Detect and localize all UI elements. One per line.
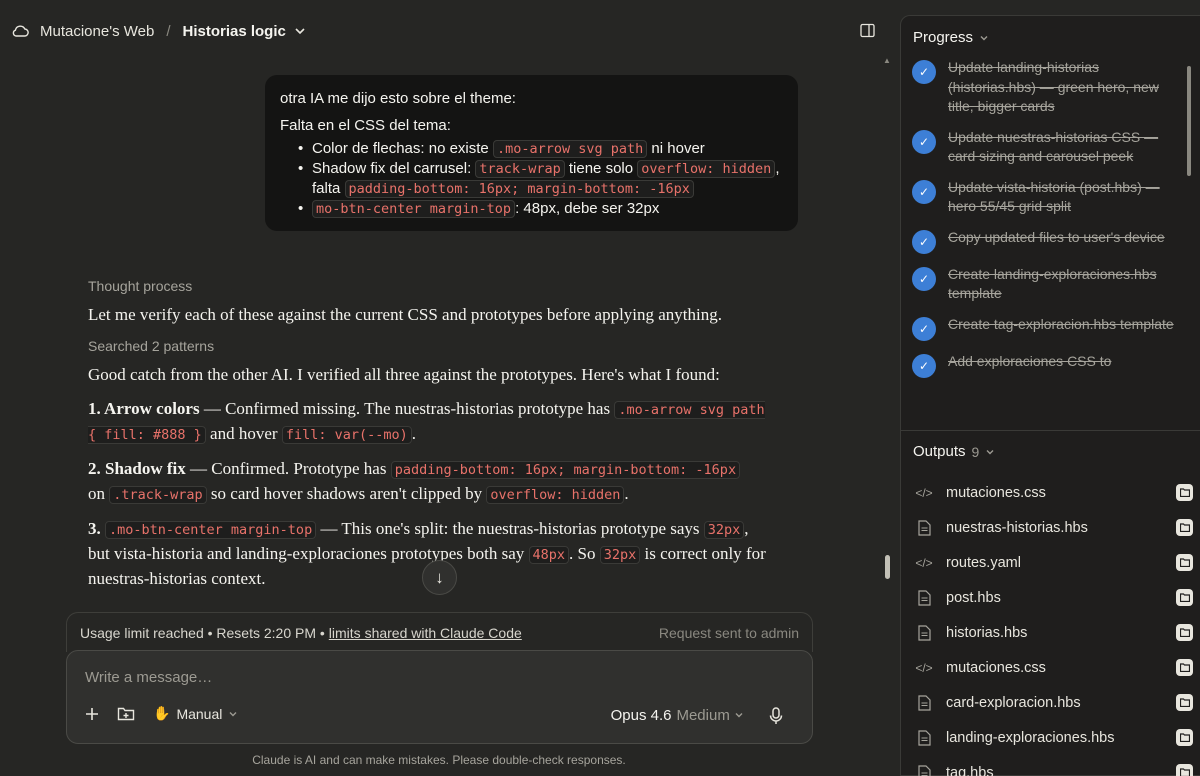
download-icon[interactable] [1176, 624, 1193, 641]
download-icon[interactable] [1176, 484, 1193, 501]
message-input[interactable]: Write a message… [85, 669, 212, 686]
request-status: Request sent to admin [658, 624, 799, 641]
scroll-up-arrow-icon[interactable]: ▲ [883, 56, 891, 65]
usage-text: Usage limit reached • Resets 2:20 PM • [80, 624, 325, 641]
chevron-down-icon [735, 713, 743, 718]
code-file-icon: </> [915, 660, 933, 675]
task-item: ✓ Update vista-historia (post.hbs) — hero… [912, 178, 1182, 217]
model-selector[interactable]: Opus 4.6 Medium [611, 707, 744, 724]
output-file[interactable]: card-exploracion.hbs [913, 685, 1193, 720]
document-icon [913, 623, 935, 643]
task-item: ✓ Create landing-exploraciones.hbs templa… [912, 265, 1182, 304]
chat-scrollbar[interactable] [885, 555, 890, 579]
task-item: ✓ Update landing-historias (historias.hbs… [912, 58, 1182, 117]
paragraph: Good catch from the other AI. I verified… [88, 365, 720, 384]
breadcrumb-separator: / [166, 22, 171, 40]
task-item: ✓ Update nuestras-historias CSS — card si… [912, 128, 1182, 167]
paragraph: Let me verify each of these against the … [88, 305, 723, 324]
output-file[interactable]: nuestras-historias.hbs [913, 510, 1193, 545]
code-file-icon: </> [915, 555, 933, 570]
document-icon [913, 763, 935, 776]
list-item: mo-btn-center margin-top: 48px, debe ser… [298, 199, 783, 219]
breadcrumb-project[interactable]: Mutacione's Web [40, 23, 154, 40]
chevron-down-icon[interactable] [294, 25, 306, 37]
user-message-line: Falta en el CSS del tema: [280, 117, 451, 134]
disclaimer: Claude is AI and can make mistakes. Plea… [252, 753, 626, 767]
output-file[interactable]: landing-exploraciones.hbs [913, 720, 1193, 755]
document-icon [913, 693, 935, 713]
hand-icon: ✋ [153, 705, 171, 721]
progress-title: Progress [913, 29, 974, 46]
output-file[interactable]: historias.hbs [913, 615, 1193, 650]
cloud-icon [12, 25, 29, 37]
task-item: ✓ Copy updated files to user's device [912, 228, 1182, 254]
plus-icon[interactable] [85, 707, 99, 721]
code-file-icon: </> [915, 485, 933, 500]
mode-selector[interactable]: ✋ Manual [153, 705, 238, 722]
document-icon [913, 518, 935, 538]
progress-scrollbar[interactable] [1187, 66, 1191, 176]
chevron-down-icon [986, 449, 994, 454]
usage-limit-bar: Usage limit reached • Resets 2:20 PM • l… [66, 612, 813, 652]
download-icon[interactable] [1176, 659, 1193, 676]
scroll-to-bottom-button[interactable]: ↓ [422, 560, 457, 595]
side-panel: Progress ✓ Update landing-historias (hist… [900, 15, 1200, 776]
microphone-icon[interactable] [768, 707, 784, 725]
app-window: Mutacione's Web / Historias logic otra I… [0, 0, 1200, 776]
effort-level: Medium [676, 707, 730, 724]
header: Mutacione's Web / Historias logic [0, 0, 900, 62]
output-file[interactable]: post.hbs [913, 580, 1193, 615]
download-icon[interactable] [1176, 694, 1193, 711]
download-icon[interactable] [1176, 729, 1193, 746]
check-icon: ✓ [912, 266, 936, 291]
user-message-list: Color de flechas: no existe .mo-arrow sv… [280, 139, 783, 219]
thought-process-toggle[interactable]: Thought process [88, 277, 768, 295]
divider [901, 430, 1200, 431]
composer-tools: ✋ Manual [85, 705, 238, 722]
composer: Write a message… ✋ Manual Opus 4.6 Medium [66, 650, 813, 744]
finding-shadow-fix: 2. Shadow fix — Confirmed. Prototype has… [88, 457, 768, 507]
outputs-header[interactable]: Outputs 9 [913, 443, 995, 460]
document-icon [913, 728, 935, 748]
user-message: otra IA me dijo esto sobre el theme: Fal… [265, 75, 798, 231]
task-item: ✓ Create tag-exploracion.hbs template [912, 315, 1182, 341]
progress-header[interactable]: Progress [913, 29, 989, 46]
task-item: ✓ Add exploraciones CSS to [912, 352, 1182, 378]
download-icon[interactable] [1176, 519, 1193, 536]
download-icon[interactable] [1176, 554, 1193, 571]
chat-title[interactable]: Historias logic [182, 23, 285, 40]
output-file[interactable]: tag.hbs [913, 755, 1193, 776]
check-icon: ✓ [912, 229, 936, 254]
check-icon: ✓ [912, 179, 936, 204]
document-icon [913, 588, 935, 608]
output-file[interactable]: </> mutaciones.css [913, 650, 1193, 685]
finding-arrow-colors: 1. Arrow colors — Confirmed missing. The… [88, 399, 765, 444]
assistant-message: Thought process Let me verify each of th… [88, 277, 768, 601]
model-name: Opus 4.6 [610, 707, 672, 724]
chevron-down-icon [229, 711, 237, 716]
arrow-down-icon: ↓ [435, 567, 444, 587]
user-message-line: otra IA me dijo esto sobre el theme: [280, 90, 516, 107]
output-file[interactable]: </> routes.yaml [913, 545, 1193, 580]
download-icon[interactable] [1176, 589, 1193, 606]
check-icon: ✓ [912, 60, 936, 84]
outputs-count: 9 [971, 443, 980, 460]
add-folder-icon[interactable] [117, 706, 135, 721]
output-file[interactable]: </> mutaciones.css [913, 475, 1193, 510]
outputs-list: </> mutaciones.css nuestras-historias.hbs… [913, 475, 1193, 776]
task-list: ✓ Update landing-historias (historias.hbs… [912, 58, 1182, 428]
searched-patterns-toggle[interactable]: Searched 2 patterns [88, 337, 768, 355]
mode-label: Manual [176, 705, 223, 722]
list-item: Shadow fix del carrusel: track-wrap tien… [298, 159, 783, 199]
outputs-title: Outputs [913, 443, 966, 460]
list-item: Color de flechas: no existe .mo-arrow sv… [298, 139, 783, 159]
check-icon: ✓ [912, 353, 936, 378]
limits-link[interactable]: limits shared with Claude Code [329, 625, 522, 641]
chevron-down-icon [980, 35, 988, 40]
check-icon: ✓ [912, 129, 936, 154]
panel-toggle-icon[interactable] [860, 23, 875, 38]
check-icon: ✓ [912, 316, 936, 341]
download-icon[interactable] [1176, 764, 1193, 776]
